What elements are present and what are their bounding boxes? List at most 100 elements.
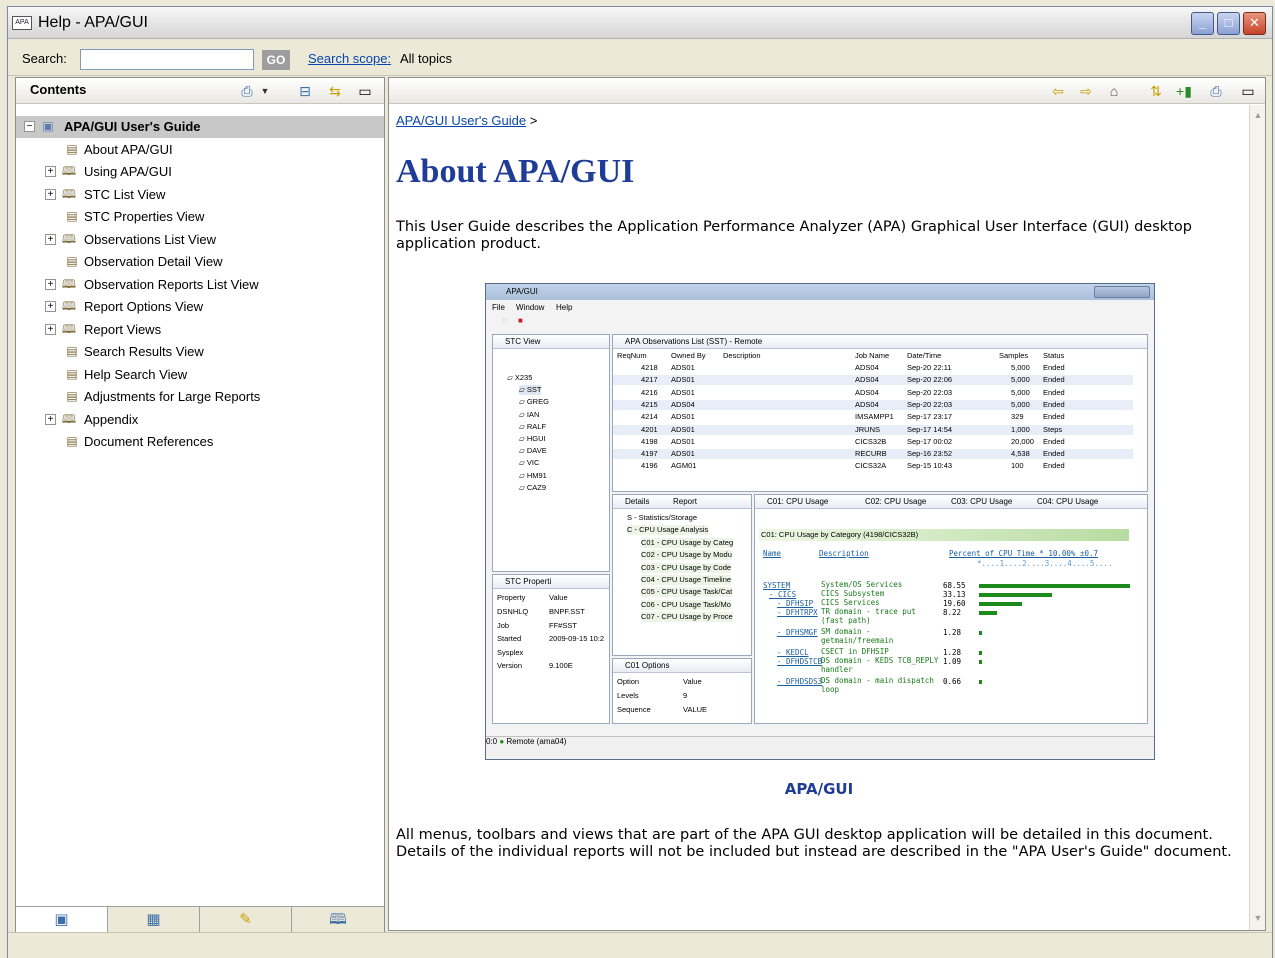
shot-menubar: File Window Help <box>486 301 1154 315</box>
chevron-down-icon[interactable]: ▼ <box>256 82 274 100</box>
shot-report-name: - DFHSMGF <box>777 628 818 637</box>
shot-report-tab: Report <box>673 497 698 506</box>
breadcrumb-link[interactable]: APA/GUI User's Guide <box>396 113 526 128</box>
shot-report-pct: 1.28 <box>943 628 962 637</box>
apa-gui-screenshot: APA/GUI File Window Help ◌ ■ STC View ▱ … <box>485 283 1155 760</box>
shot-obs-cell: ADS04 <box>855 363 879 372</box>
tree-item-report-options[interactable]: + 🕮 Report Options View <box>16 296 384 318</box>
collapse-icon[interactable]: − <box>24 121 35 132</box>
shot-obs-cell: 4201 <box>641 424 658 434</box>
guide-book-icon: ▣ <box>42 119 54 133</box>
shot-report-list-tabs: Details Report <box>613 495 751 509</box>
tree-item-adjustments[interactable]: ▤ Adjustments for Large Reports <box>16 386 384 408</box>
tree-item-label: Search Results View <box>84 344 204 359</box>
tree-item-label: Observation Detail View <box>84 254 223 269</box>
go-button[interactable]: GO <box>262 50 290 70</box>
tree-item-about[interactable]: ▤ About APA/GUI <box>16 139 384 161</box>
tree-item-observation-detail[interactable]: ▤ Observation Detail View <box>16 251 384 273</box>
tab-index[interactable]: ▦ <box>108 907 200 933</box>
tree-item-help-search[interactable]: ▤ Help Search View <box>16 364 384 386</box>
shot-obs-header: APA Observations List (SST) - Remote <box>613 335 1147 349</box>
shot-obs-cell: CICS32B <box>855 436 887 446</box>
shot-obs-cell: 4218 <box>641 363 658 372</box>
expand-icon[interactable]: + <box>45 166 56 177</box>
tree-item-stc-list[interactable]: + 🕮 STC List View <box>16 184 384 206</box>
shot-obs-cell: Steps <box>1043 424 1063 434</box>
expand-icon[interactable]: + <box>45 279 56 290</box>
show-in-contents-icon[interactable]: ⇅ <box>1147 82 1165 100</box>
tree-item-document-references[interactable]: ▤ Document References <box>16 431 384 453</box>
shot-obs-cell: ADS01 <box>671 375 695 385</box>
shot-obs-cell: RECURB <box>855 449 887 459</box>
tree-item-report-views[interactable]: + 🕮 Report Views <box>16 319 384 341</box>
tab-bookmarks[interactable]: 🕮 <box>292 907 384 933</box>
tree-item-label: Observation Reports List View <box>84 277 259 292</box>
shot-window-buttons <box>1094 286 1150 298</box>
scroll-up-icon[interactable]: ▲ <box>1251 107 1265 123</box>
tree-root[interactable]: − ▣ APA/GUI User's Guide <box>16 116 384 138</box>
shot-obs-cell: 5,000 <box>1011 387 1030 397</box>
forward-arrow-icon[interactable]: ⇨ <box>1077 82 1095 100</box>
shot-props-col: Value <box>549 593 568 602</box>
shot-stc-props-header: STC Properti <box>493 575 609 589</box>
shot-obs-cell: Ended <box>1043 399 1065 409</box>
shot-obs-col: Samples <box>999 351 1029 360</box>
bookmark-add-icon[interactable]: +▮ <box>1175 82 1193 100</box>
shot-props-col: Property <box>497 593 526 602</box>
expand-icon[interactable]: + <box>45 301 56 312</box>
bookmarks-tab-icon: 🕮 <box>329 911 347 928</box>
minimize-button[interactable]: _ <box>1191 12 1214 35</box>
shot-obs-cell: 20,000 <box>1011 436 1034 446</box>
shot-report-desc: DS domain - KEDS TCB_REPLY handler <box>821 656 939 674</box>
print-page-icon[interactable]: ⎙ <box>1207 82 1225 100</box>
shot-report-desc: DS domain - main dispatch loop <box>821 676 934 694</box>
tree-root-label: APA/GUI User's Guide <box>64 119 201 134</box>
expand-icon[interactable]: + <box>45 324 56 335</box>
shot-stc-item: ▱ IAN <box>519 409 540 419</box>
shot-report-bar <box>979 611 998 615</box>
expand-icon[interactable]: + <box>45 189 56 200</box>
tree-item-stc-properties[interactable]: ▤ STC Properties View <box>16 206 384 228</box>
shot-obs-col: Owned By <box>671 351 706 360</box>
maximize-view-icon[interactable]: ▭ <box>1239 82 1257 100</box>
contents-tab-icon: ▣ <box>54 911 69 928</box>
link-with-contents-icon[interactable]: ⇆ <box>326 82 344 100</box>
tree-item-observations-list[interactable]: + 🕮 Observations List View <box>16 229 384 251</box>
shot-obs-col: Date/Time <box>907 351 942 360</box>
shot-report-bar <box>979 660 982 664</box>
maximize-button[interactable]: □ <box>1217 12 1240 35</box>
shot-c01-options: C01 Options Option Value Levels 9 Sequence VA… <box>612 658 752 724</box>
vertical-scrollbar[interactable]: ▲ ▼ <box>1249 105 1265 930</box>
tab-search[interactable]: ✎ <box>200 907 292 933</box>
tree-item-appendix[interactable]: + 🕮 Appendix <box>16 409 384 431</box>
search-scope-link[interactable]: Search scope: <box>308 51 391 66</box>
book-icon: 🕮 <box>61 299 77 313</box>
collapse-all-icon[interactable]: ⊟ <box>296 82 314 100</box>
expand-icon[interactable]: + <box>45 234 56 245</box>
home-icon[interactable]: ⌂ <box>1105 82 1123 100</box>
expand-icon[interactable]: + <box>45 414 56 425</box>
maximize-view-icon[interactable]: ▭ <box>356 82 374 100</box>
tree-item-observation-reports[interactable]: + 🕮 Observation Reports List View <box>16 274 384 296</box>
tree-item-using[interactable]: + 🕮 Using APA/GUI <box>16 161 384 183</box>
back-arrow-icon[interactable]: ⇦ <box>1049 82 1067 100</box>
shot-obs-cell: 1,000 <box>1011 424 1030 434</box>
shot-obs-cell: ADS01 <box>671 363 695 372</box>
search-input[interactable] <box>80 49 254 70</box>
shot-opt-key: Levels <box>617 691 639 700</box>
search-label: Search: <box>22 51 67 66</box>
title-bar: APA Help - APA/GUI _ □ ✕ <box>8 7 1272 39</box>
shot-obs-cell: ADS01 <box>671 387 695 397</box>
shot-report-pct: 0.66 <box>943 677 962 686</box>
tab-contents[interactable]: ▣ <box>16 907 108 933</box>
close-button[interactable]: ✕ <box>1243 12 1266 35</box>
scroll-down-icon[interactable]: ▼ <box>1251 910 1265 926</box>
shot-props-key: Version <box>497 661 523 670</box>
print-icon[interactable]: ⎙ <box>238 82 256 100</box>
tree-item-search-results[interactable]: ▤ Search Results View <box>16 341 384 363</box>
breadcrumb: APA/GUI User's Guide > <box>396 113 537 128</box>
shot-obs-cell: 5,000 <box>1011 375 1030 385</box>
body-paragraph: All menus, toolbars and views that are p… <box>396 827 1232 860</box>
shot-details-tab: Details <box>625 497 650 506</box>
shot-obs-cell: ADS01 <box>671 449 695 459</box>
